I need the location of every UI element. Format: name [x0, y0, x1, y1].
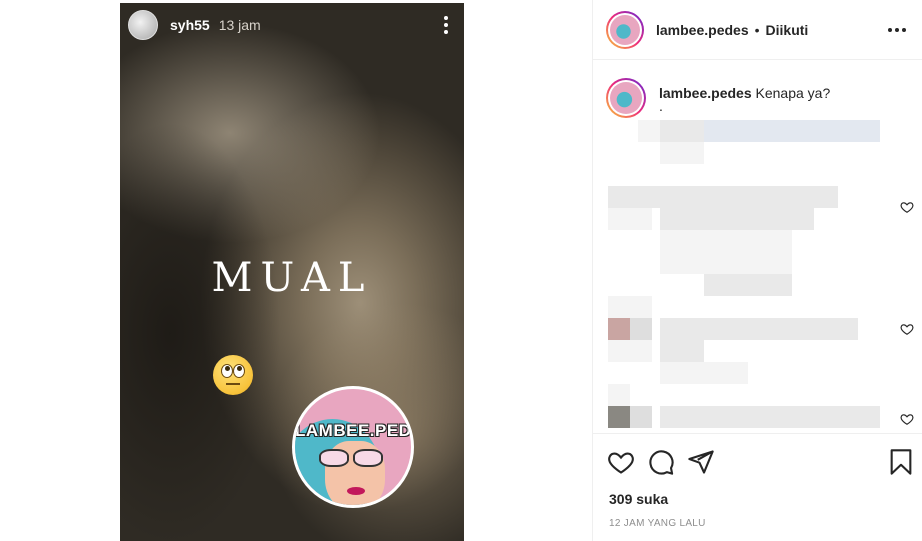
story-overlay-text: MUAL: [211, 255, 373, 301]
lambee-pedes-logo: LAMBEE.PEDES: [292, 386, 414, 508]
redacted-block: [660, 340, 704, 362]
redacted-block: [608, 208, 652, 230]
story-time: 13 jam: [218, 17, 261, 33]
redacted-block: [660, 230, 792, 252]
redacted-block: [608, 406, 630, 428]
post-sidebar: lambee.pedes • Diikuti lambee.pedes Kena…: [592, 0, 922, 541]
more-icon[interactable]: [438, 14, 454, 36]
redacted-block: [608, 340, 652, 362]
bookmark-icon[interactable]: [887, 448, 915, 476]
redacted-block: [660, 406, 880, 428]
post-header: lambee.pedes • Diikuti: [593, 0, 922, 60]
author-avatar[interactable]: [606, 10, 644, 49]
story-avatar[interactable]: [128, 10, 158, 40]
comment-like-icon[interactable]: [900, 200, 914, 214]
rolling-eyes-emoji-icon: [213, 355, 253, 395]
redacted-block: [660, 318, 858, 340]
instagram-post-view: syh55 13 jam MUAL LAMBEE.PEDES: [0, 0, 922, 541]
logo-text: LAMBEE.PEDES: [295, 421, 412, 440]
story-header: syh55 13 jam: [128, 9, 454, 41]
redacted-block: [608, 384, 630, 406]
redacted-block: [704, 120, 880, 142]
redacted-block: [608, 318, 630, 340]
share-icon[interactable]: [687, 448, 715, 476]
redacted-block: [660, 252, 792, 274]
redacted-block: [630, 406, 652, 428]
redacted-block: [660, 142, 704, 164]
redacted-block: [704, 274, 792, 296]
caption-extra: .: [659, 98, 663, 114]
story-image[interactable]: syh55 13 jam MUAL LAMBEE.PEDES: [120, 3, 464, 541]
post-timestamp: 12 JAM YANG LALU: [609, 518, 706, 529]
redacted-block: [630, 318, 652, 340]
redacted-block: [608, 296, 652, 318]
separator-dot: •: [754, 21, 760, 38]
caption-text: Kenapa ya?: [755, 85, 831, 101]
redacted-block: [660, 362, 748, 384]
follow-status-button[interactable]: Diikuti: [766, 22, 809, 38]
author-username[interactable]: lambee.pedes: [656, 22, 749, 38]
redacted-block: [660, 120, 704, 142]
redacted-block: [608, 186, 838, 208]
likes-count[interactable]: 309 suka: [609, 491, 668, 507]
post-actions: 309 suka 12 JAM YANG LALU: [593, 433, 922, 541]
caption-body: lambee.pedes Kenapa ya? .: [659, 84, 830, 118]
comment-like-icon[interactable]: [900, 322, 914, 336]
caption: lambee.pedes Kenapa ya? .: [606, 78, 830, 118]
heart-icon[interactable]: [607, 448, 635, 476]
story-username[interactable]: syh55: [170, 17, 210, 33]
comment-like-icon[interactable]: [900, 412, 914, 426]
redacted-block: [660, 208, 814, 230]
caption-username[interactable]: lambee.pedes: [659, 85, 752, 101]
media-area: syh55 13 jam MUAL LAMBEE.PEDES: [0, 0, 592, 541]
comment-icon[interactable]: [647, 448, 675, 476]
comments-list[interactable]: lambee.pedes Kenapa ya? .: [593, 60, 922, 433]
redacted-block: [638, 120, 660, 142]
caption-avatar[interactable]: [606, 78, 646, 118]
more-options-icon[interactable]: [888, 27, 906, 32]
